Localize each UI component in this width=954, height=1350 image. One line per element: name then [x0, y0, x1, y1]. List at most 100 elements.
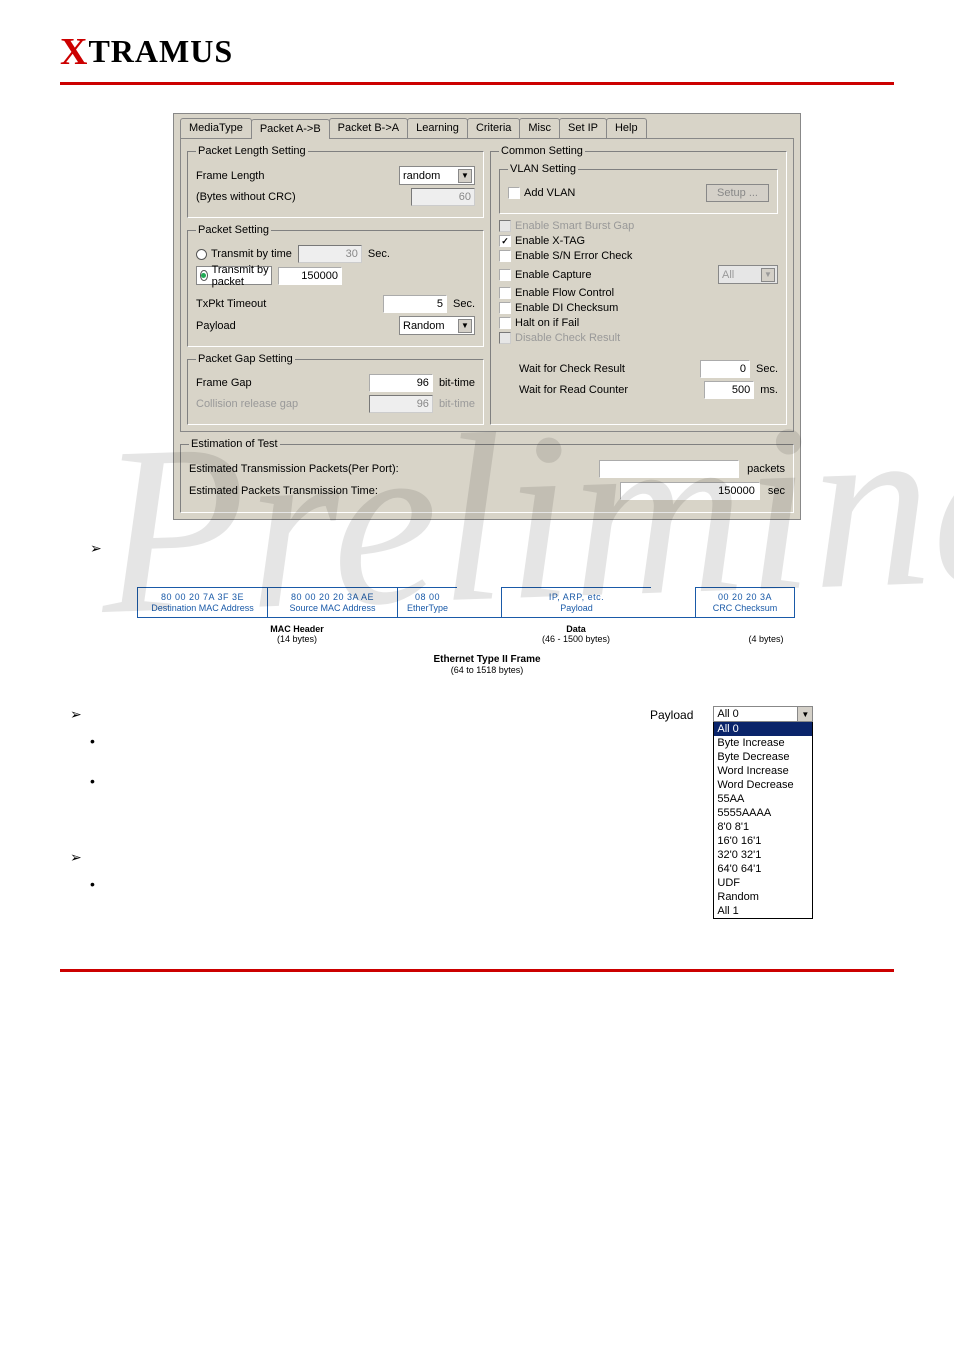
payload-option[interactable]: All 0 [714, 722, 812, 736]
collision-gap-label: Collision release gap [196, 398, 363, 410]
wait-check-input[interactable] [700, 360, 750, 378]
group-packet-length: Packet Length Setting Frame Length rando… [187, 145, 484, 218]
payload-option[interactable]: 32'0 32'1 [714, 848, 812, 862]
tab-packet-ab[interactable]: Packet A->B [251, 119, 330, 139]
frame-data-sz: (46 - 1500 bytes) [542, 634, 610, 644]
payload-dropdown[interactable]: All 0 ▼ All 0 Byte Increase Byte Decreas… [713, 706, 813, 919]
tab-mediatype[interactable]: MediaType [180, 118, 252, 138]
payload-option[interactable]: 64'0 64'1 [714, 862, 812, 876]
frame-title-sub: (64 to 1518 bytes) [451, 665, 524, 675]
est-time-input [620, 482, 760, 500]
est-packets-unit: packets [747, 463, 785, 475]
bullet-dot-3: • [90, 876, 630, 892]
checkbox-flow-control[interactable]: Enable Flow Control [499, 287, 614, 299]
frame-et-hex: 08 00 [401, 592, 454, 602]
chevron-down-icon: ▼ [458, 319, 472, 333]
ethernet-frame-diagram: 80 00 20 7A 3F 3EDestination MAC Address… [137, 587, 837, 676]
frame-gap-input[interactable] [369, 374, 433, 392]
tab-misc[interactable]: Misc [519, 118, 560, 138]
est-packets-label: Estimated Transmission Packets(Per Port)… [189, 463, 429, 475]
txpkt-timeout-unit: Sec. [453, 298, 475, 310]
payload-option[interactable]: UDF [714, 876, 812, 890]
checkbox-halt-fail[interactable]: Halt on if Fail [499, 317, 579, 329]
payload-option[interactable]: 55AA [714, 792, 812, 806]
footer-rule [60, 969, 894, 972]
payload-option[interactable]: Word Decrease [714, 778, 812, 792]
chevron-down-icon: ▼ [797, 707, 812, 721]
payload-dd-list: All 0 Byte Increase Byte Decrease Word I… [713, 722, 813, 919]
config-dialog: MediaType Packet A->B Packet B->A Learni… [173, 113, 801, 520]
group-packet-gap: Packet Gap Setting Frame Gap bit-time Co… [187, 353, 484, 425]
tab-learning[interactable]: Learning [407, 118, 468, 138]
frame-pl-hex: IP, ARP, etc. [505, 592, 648, 602]
chevron-down-icon: ▼ [458, 169, 472, 183]
payload-option[interactable]: Random [714, 890, 812, 904]
wait-check-label: Wait for Check Result [499, 363, 694, 375]
tab-bar: MediaType Packet A->B Packet B->A Learni… [174, 114, 800, 138]
radio-transmit-by-time[interactable]: Transmit by time [196, 248, 292, 260]
frame-length-select[interactable]: random▼ [399, 166, 475, 185]
radio-transmit-by-packet[interactable]: Transmit by packet [196, 266, 272, 285]
group-common-setting: Common Setting VLAN Setting Add VLAN Set… [490, 145, 787, 425]
transmit-by-packet-input[interactable] [278, 267, 342, 285]
frame-src-label: Source MAC Address [271, 603, 394, 613]
collision-gap-input[interactable] [369, 395, 433, 413]
est-time-unit: sec [768, 485, 785, 497]
checkbox-add-vlan[interactable]: Add VLAN [508, 187, 575, 199]
frame-gap-unit: bit-time [439, 377, 475, 389]
tab-help[interactable]: Help [606, 118, 647, 138]
bytes-without-crc-input[interactable] [411, 188, 475, 206]
frame-gap-label: Frame Gap [196, 377, 363, 389]
payload-dd-selected: All 0 [714, 707, 797, 721]
vlan-setup-button[interactable]: Setup ... [706, 184, 769, 202]
frame-mac-header: MAC Header [270, 624, 324, 634]
legend-packet-gap: Packet Gap Setting [196, 353, 295, 365]
payload-select[interactable]: Random▼ [399, 316, 475, 335]
legend-common-setting: Common Setting [499, 145, 585, 157]
bullet-triangle-3: ➢ [70, 849, 630, 866]
payload-option[interactable]: 16'0 16'1 [714, 834, 812, 848]
tab-setip[interactable]: Set IP [559, 118, 607, 138]
collision-gap-unit: bit-time [439, 398, 475, 410]
group-estimation: Estimation of Test Estimated Transmissio… [180, 438, 794, 513]
legend-packet-setting: Packet Setting [196, 224, 271, 236]
bullet-triangle-2: ➢ [70, 706, 630, 723]
frame-crc-hex: 00 20 20 3A [699, 592, 791, 602]
frame-et-label: EtherType [401, 603, 454, 613]
frame-length-label: Frame Length [196, 170, 393, 182]
payload-option[interactable]: 8'0 8'1 [714, 820, 812, 834]
transmit-by-time-unit: Sec. [368, 248, 390, 260]
frame-dest-hex: 80 00 20 7A 3F 3E [141, 592, 264, 602]
checkbox-smart-burst: Enable Smart Burst Gap [499, 220, 634, 232]
est-time-label: Estimated Packets Transmission Time: [189, 485, 429, 497]
frame-dest-label: Destination MAC Address [141, 603, 264, 613]
checkbox-capture[interactable]: Enable Capture [499, 269, 591, 281]
tab-criteria[interactable]: Criteria [467, 118, 520, 138]
transmit-by-time-input[interactable] [298, 245, 362, 263]
payload-option[interactable]: All 1 [714, 904, 812, 918]
wait-read-input[interactable] [704, 381, 754, 399]
txpkt-timeout-label: TxPkt Timeout [196, 298, 377, 310]
frame-crc-label: CRC Checksum [699, 603, 791, 613]
payload-option[interactable]: 5555AAAA [714, 806, 812, 820]
payload-option[interactable]: Byte Decrease [714, 750, 812, 764]
checkbox-di-checksum[interactable]: Enable DI Checksum [499, 302, 618, 314]
bullet-dot-2: • [90, 773, 630, 789]
bullet-triangle-1: ➢ [90, 540, 884, 557]
capture-select: All▼ [718, 265, 778, 284]
frame-data-lab: Data [566, 624, 586, 634]
frame-pl-label: Payload [505, 603, 648, 613]
tab-packet-ba[interactable]: Packet B->A [329, 118, 408, 138]
group-packet-setting: Packet Setting Transmit by time Sec. Tra… [187, 224, 484, 347]
checkbox-sn-error[interactable]: Enable S/N Error Check [499, 250, 632, 262]
group-vlan-setting: VLAN Setting Add VLAN Setup ... [499, 163, 778, 214]
payload-option[interactable]: Byte Increase [714, 736, 812, 750]
frame-mac-header-sz: (14 bytes) [277, 634, 317, 644]
payload-option[interactable]: Word Increase [714, 764, 812, 778]
frame-crc-sz: (4 bytes) [748, 634, 783, 644]
checkbox-xtag[interactable]: Enable X-TAG [499, 235, 585, 247]
brand-text: TRAMUS [88, 33, 233, 69]
legend-estimation: Estimation of Test [189, 438, 280, 450]
chevron-down-icon: ▼ [761, 268, 775, 282]
txpkt-timeout-input[interactable] [383, 295, 447, 313]
